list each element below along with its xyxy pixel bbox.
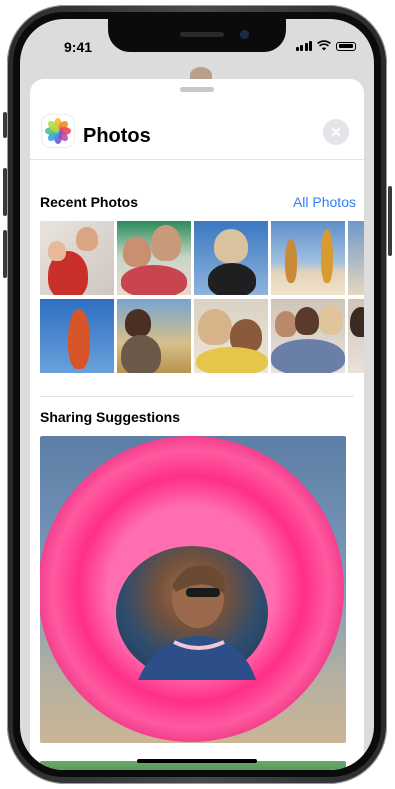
speaker-grille [180,32,224,37]
close-button[interactable]: × [323,119,349,145]
notch [108,19,286,52]
photo-thumbnail[interactable] [40,299,114,373]
home-indicator[interactable] [137,759,257,763]
photo-thumbnail[interactable] [348,299,364,373]
photo-thumbnail[interactable] [271,221,345,295]
front-camera [240,30,249,39]
photo-thumbnail[interactable] [117,299,191,373]
recent-photos-title: Recent Photos [40,194,139,210]
sheet-header: Photos × [30,101,364,155]
volume-down-button [3,230,7,278]
recent-photos-grid [40,221,364,376]
photo-thumbnail[interactable] [117,221,191,295]
all-photos-link[interactable]: All Photos [293,194,356,210]
photo-thumbnail[interactable] [194,299,268,373]
wifi-icon [317,40,331,51]
sharing-suggestions-title: Sharing Suggestions [40,409,181,425]
status-time: 9:41 [64,39,93,55]
section-divider [40,396,354,397]
power-button [388,186,392,256]
person-through-ring [116,546,268,680]
volume-up-button [3,168,7,216]
photos-app-icon [42,115,74,147]
photo-thumbnail[interactable] [194,221,268,295]
photo-thumbnail[interactable] [348,221,364,295]
header-divider [30,159,364,160]
photo-thumbnail[interactable] [271,299,345,373]
screen: 9:41 Photos × Recent Photos All Photos S… [20,19,374,770]
sheet-grabber[interactable] [180,87,214,92]
sharing-suggestion-photo[interactable] [40,436,346,743]
photo-thumbnail[interactable] [40,221,114,295]
battery-icon [336,42,356,51]
status-bar: 9:41 [20,19,374,63]
signal-icon [295,41,312,51]
mute-switch [3,112,7,138]
close-icon: × [330,122,342,142]
sheet-title: Photos [83,125,151,147]
status-icons [295,40,356,51]
share-sheet: Photos × Recent Photos All Photos Sharin… [30,79,364,770]
